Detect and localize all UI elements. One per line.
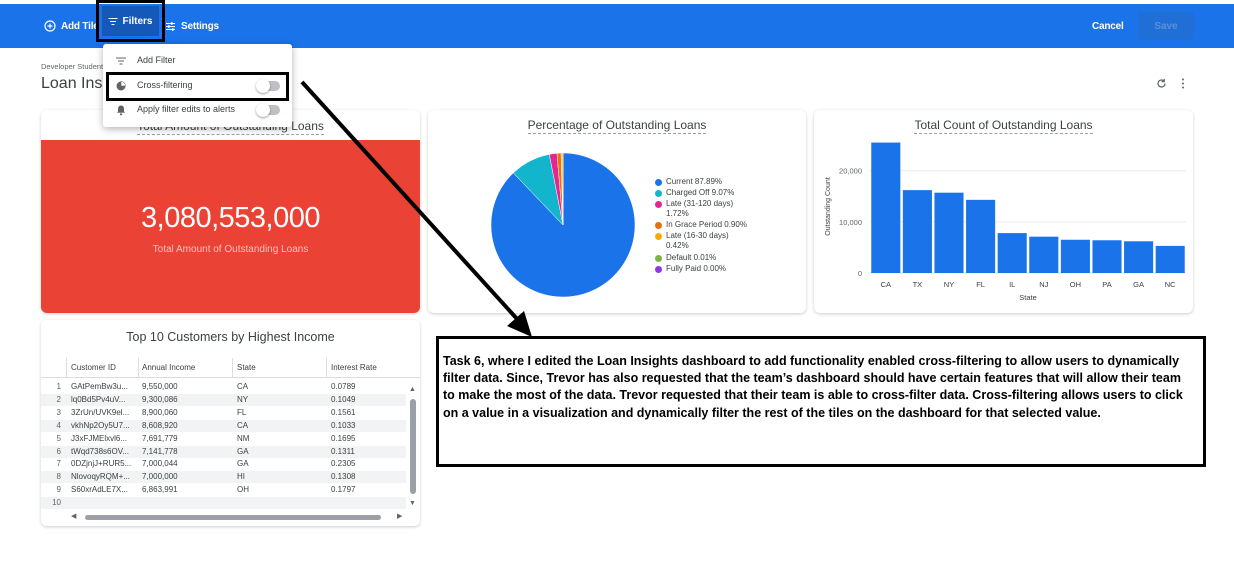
annotation-note: Task 6, where I edited the Loan Insights… bbox=[436, 336, 1206, 467]
annotation-arrow bbox=[300, 80, 532, 337]
screenshot-root: { "toolbar": { "add_tile_label": "Add Ti… bbox=[0, 0, 1234, 587]
